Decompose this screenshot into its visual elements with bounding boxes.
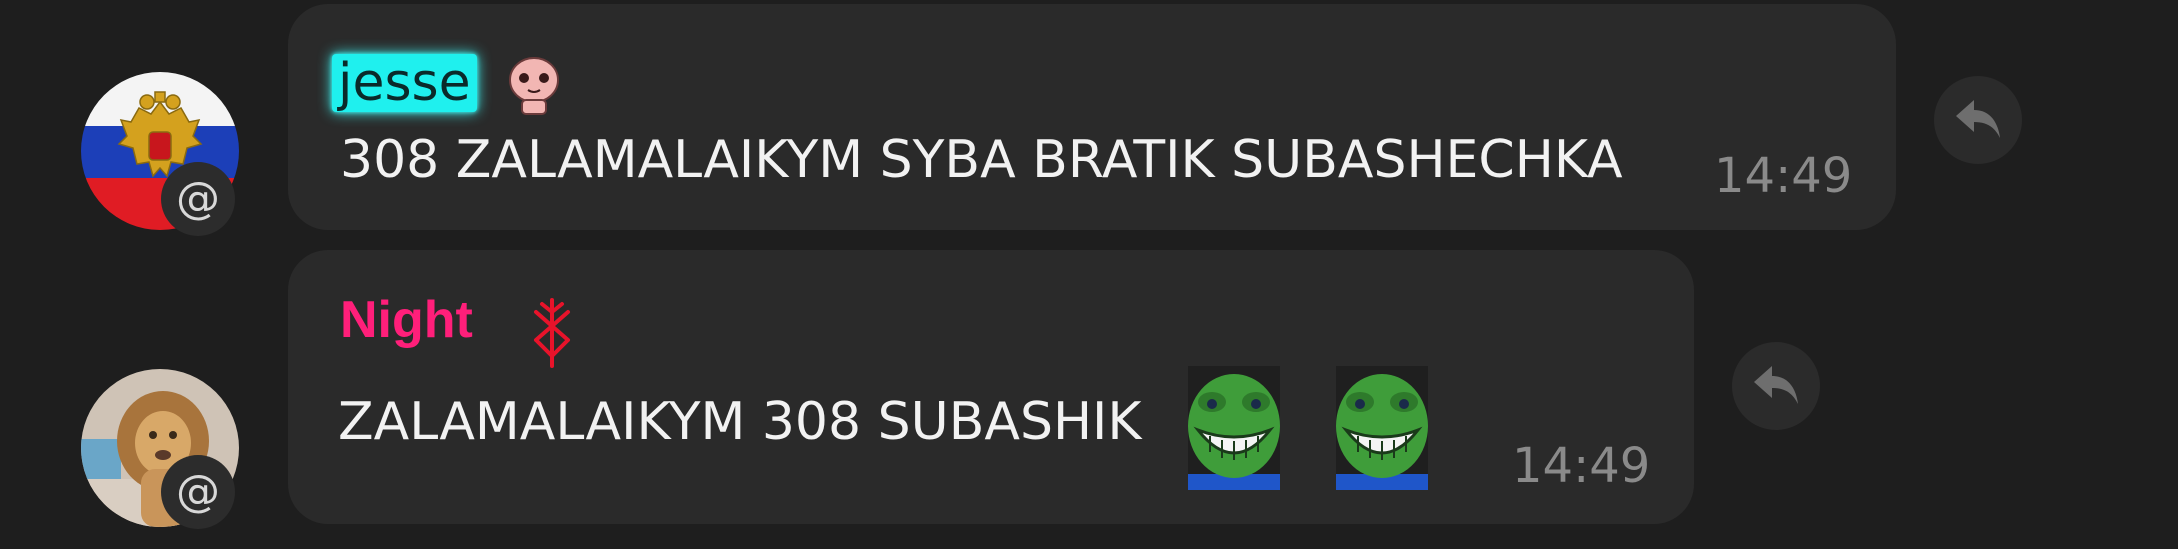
chat-view: @ jesse 308 ZALAMALAIKYM SYBA BRATIK SUB… xyxy=(0,0,2178,549)
message-timestamp: 14:49 xyxy=(1512,438,1651,494)
grinning-pepe-emoji xyxy=(1188,366,1280,490)
mention-badge: @ xyxy=(161,162,235,236)
mention-symbol: @ xyxy=(176,466,220,517)
brand-of-sacrifice-icon xyxy=(534,298,570,368)
reply-arrow-icon xyxy=(1956,100,2000,138)
mention-symbol: @ xyxy=(176,173,220,224)
reply-button[interactable] xyxy=(1934,76,2022,164)
reply-button[interactable] xyxy=(1732,342,1820,430)
message-author[interactable]: jesse xyxy=(332,54,477,112)
message-bubble[interactable]: Night ZALAMALAIKYM 308 SUBASHIK 14:49 xyxy=(288,250,1694,524)
mention-badge: @ xyxy=(161,455,235,529)
message-text: ZALAMALAIKYM 308 SUBASHIK xyxy=(338,392,1142,452)
message-text: 308 ZALAMALAIKYM SYBA BRATIK SUBASHECHKA xyxy=(340,130,1623,190)
message-bubble[interactable]: jesse 308 ZALAMALAIKYM SYBA BRATIK SUBAS… xyxy=(288,4,1896,230)
reply-arrow-icon xyxy=(1754,366,1798,404)
message-author[interactable]: Night xyxy=(340,290,473,350)
grinning-pepe-emoji xyxy=(1336,366,1428,490)
pink-baby-head-icon xyxy=(509,57,559,115)
message-timestamp: 14:49 xyxy=(1714,148,1853,204)
